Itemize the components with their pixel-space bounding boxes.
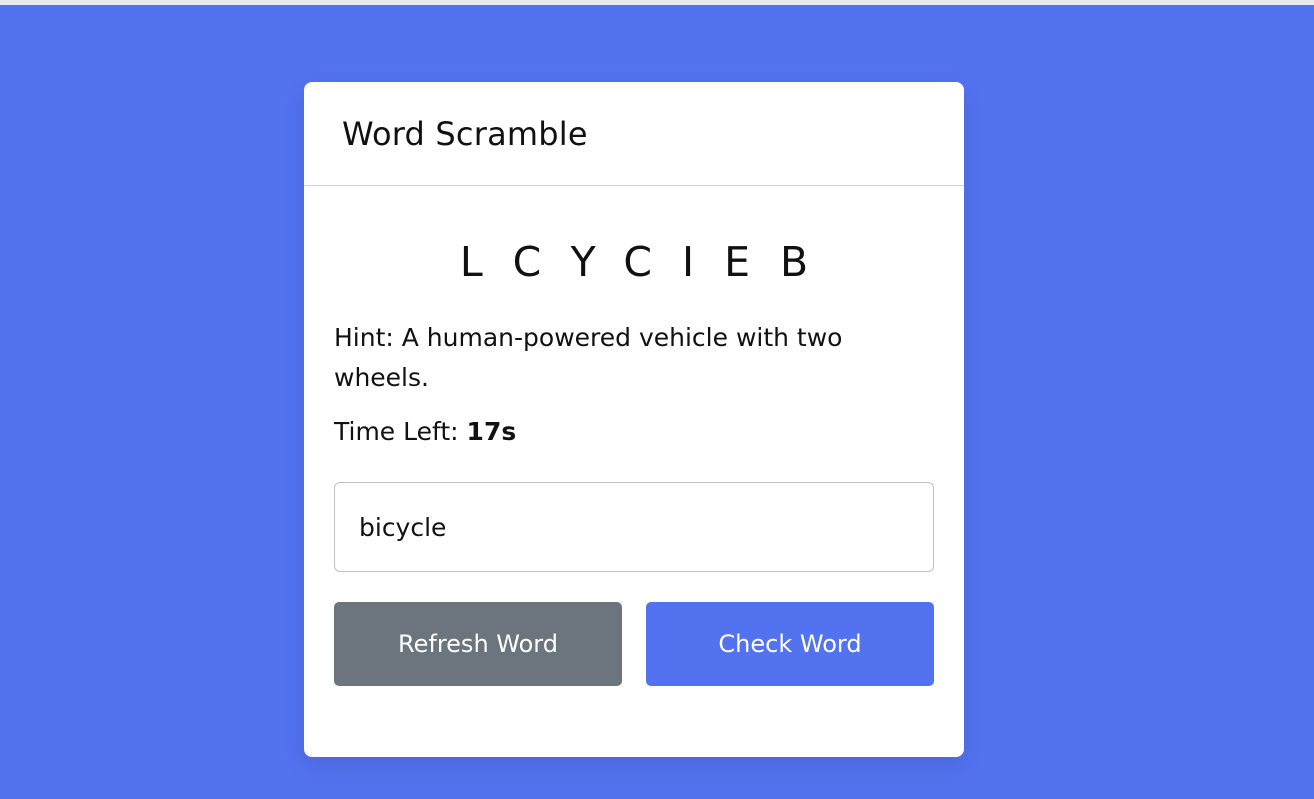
hint-text: Hint: A human-powered vehicle with two w… bbox=[334, 323, 843, 392]
word-input[interactable] bbox=[334, 482, 934, 572]
scrambled-word: LCYCIEB bbox=[459, 238, 839, 286]
time-left-label: Time Left: bbox=[334, 417, 467, 446]
card-header: Word Scramble bbox=[304, 82, 964, 186]
time-left: Time Left: 17s bbox=[334, 412, 934, 452]
button-row: Refresh Word Check Word bbox=[334, 602, 934, 686]
check-word-button[interactable]: Check Word bbox=[646, 602, 934, 686]
page-title: Word Scramble bbox=[342, 114, 588, 153]
time-left-value: 17s bbox=[466, 417, 517, 446]
refresh-word-button[interactable]: Refresh Word bbox=[334, 602, 622, 686]
word-scramble-card: Word Scramble LCYCIEB Hint: A human-powe… bbox=[304, 82, 964, 757]
details: Hint: A human-powered vehicle with two w… bbox=[334, 318, 934, 452]
card-content: LCYCIEB Hint: A human-powered vehicle wi… bbox=[304, 234, 964, 686]
browser-top-edge bbox=[0, 0, 1314, 5]
